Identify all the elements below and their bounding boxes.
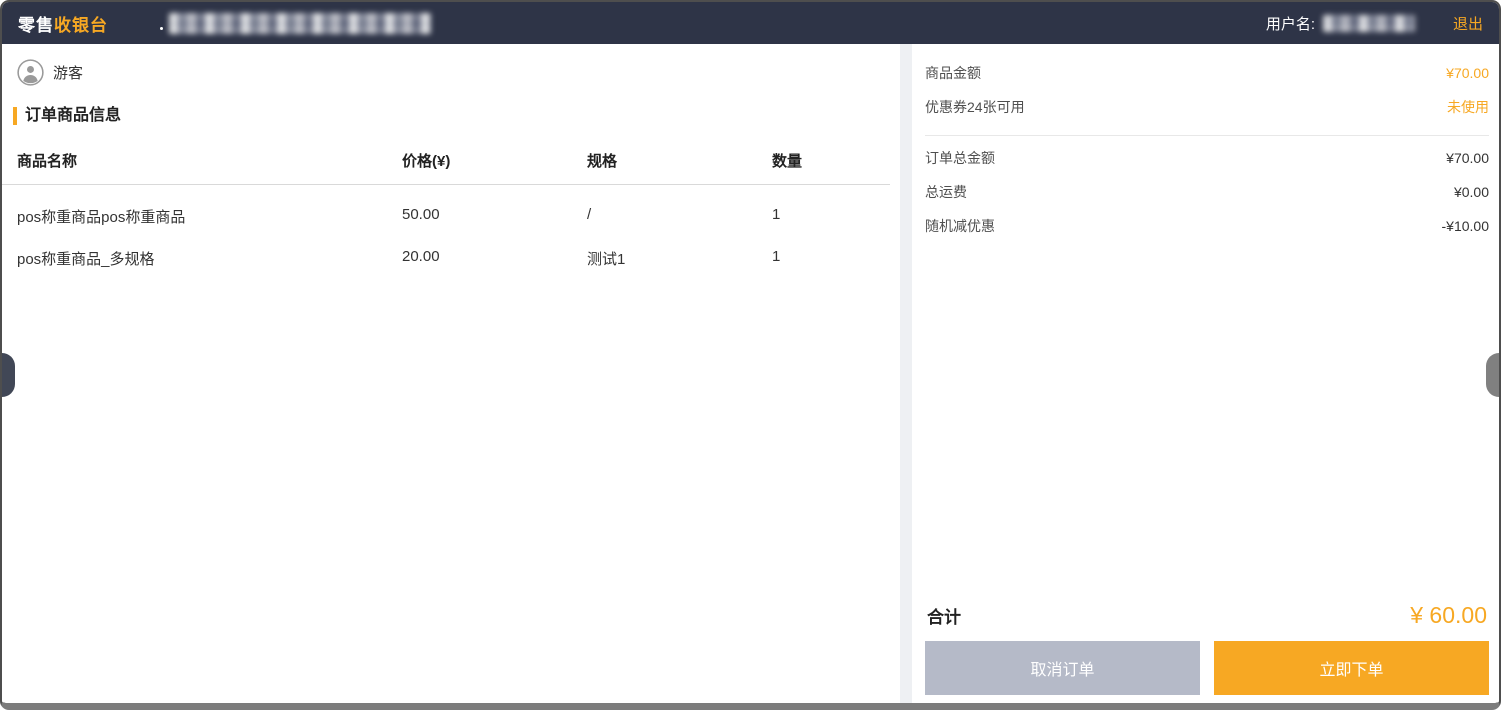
spacer: [925, 243, 1489, 602]
summary-value: ¥70.00: [1446, 150, 1489, 166]
order-items-panel: 游客 订单商品信息 商品名称 价格(¥) 规格 数量 pos称重商品pos称重商…: [2, 44, 900, 703]
header-left: 零售收银台: [18, 11, 431, 36]
summary-value[interactable]: 未使用: [1447, 97, 1489, 117]
redacted-username: [1323, 15, 1415, 32]
left-drawer-handle[interactable]: [2, 353, 15, 397]
cell-product-name: pos称重商品_多规格: [17, 248, 402, 269]
table-row: pos称重商品pos称重商品50.00/1: [2, 185, 890, 227]
summary-row: 订单总金额 ¥70.00: [925, 141, 1489, 175]
col-header-spec: 规格: [587, 150, 772, 171]
summary-label: 商品金额: [925, 63, 981, 83]
summary-label: 随机减优惠: [925, 216, 995, 236]
guest-avatar-icon: [17, 59, 44, 86]
panel-divider: [900, 44, 912, 703]
summary-top: 商品金额 ¥70.00 优惠券24张可用 未使用: [925, 56, 1489, 124]
cell-qty: 1: [772, 248, 900, 269]
product-table-body: pos称重商品pos称重商品50.00/1pos称重商品_多规格20.00测试1…: [2, 185, 890, 269]
redacted-dot: [160, 27, 163, 30]
cell-qty: 1: [772, 206, 900, 227]
cell-price: 20.00: [402, 248, 587, 269]
summary-row[interactable]: 优惠券24张可用 未使用: [925, 90, 1489, 124]
logout-button[interactable]: 退出: [1453, 13, 1483, 34]
action-buttons: 取消订单 立即下单: [925, 641, 1489, 695]
cell-price: 50.00: [402, 206, 587, 227]
col-header-qty: 数量: [772, 150, 900, 171]
summary-divider: [925, 135, 1489, 136]
total-row: 合计 ¥ 60.00: [925, 602, 1489, 641]
summary-value: ¥0.00: [1454, 184, 1489, 200]
order-section-title: 订单商品信息: [13, 107, 900, 125]
summary-label: 优惠券24张可用: [925, 97, 1025, 117]
app-title: 零售收银台: [18, 11, 108, 36]
summary-value: ¥70.00: [1446, 65, 1489, 81]
cell-spec: /: [587, 206, 772, 227]
summary-row: 总运费 ¥0.00: [925, 175, 1489, 209]
summary-row: 商品金额 ¥70.00: [925, 56, 1489, 90]
summary-row: 随机减优惠 -¥10.00: [925, 209, 1489, 243]
summary-label: 总运费: [925, 182, 967, 202]
redacted-store-info: [169, 13, 431, 34]
total-value: ¥ 60.00: [1410, 602, 1487, 629]
cancel-order-button[interactable]: 取消订单: [925, 641, 1200, 695]
summary-value: -¥10.00: [1442, 218, 1489, 234]
total-label: 合计: [927, 603, 961, 628]
product-table-header: 商品名称 价格(¥) 规格 数量: [2, 135, 890, 185]
col-header-name: 商品名称: [17, 150, 402, 171]
customer-row: 游客: [17, 59, 900, 86]
content-area: 游客 订单商品信息 商品名称 价格(¥) 规格 数量 pos称重商品pos称重商…: [2, 44, 1499, 703]
col-header-price: 价格(¥): [402, 150, 587, 171]
right-drawer-handle[interactable]: [1486, 353, 1499, 397]
header-right: 用户名: 退出: [1266, 13, 1483, 34]
product-table: 商品名称 价格(¥) 规格 数量 pos称重商品pos称重商品50.00/1po…: [2, 135, 890, 269]
submit-order-button[interactable]: 立即下单: [1214, 641, 1489, 695]
pos-window: 零售收银台 用户名: 退出 游客 订单商品信息: [0, 0, 1501, 710]
summary-mid: 订单总金额 ¥70.00 总运费 ¥0.00 随机减优惠 -¥10.00: [925, 141, 1489, 243]
cell-product-name: pos称重商品pos称重商品: [17, 206, 402, 227]
app-title-prefix: 零售: [18, 16, 54, 35]
app-title-suffix: 收银台: [54, 16, 108, 35]
summary-label: 订单总金额: [925, 148, 995, 168]
table-row: pos称重商品_多规格20.00测试11: [2, 227, 890, 269]
app-header: 零售收银台 用户名: 退出: [2, 2, 1499, 44]
username-label: 用户名:: [1266, 13, 1315, 34]
order-summary-panel: 商品金额 ¥70.00 优惠券24张可用 未使用 订单总金额 ¥70.00 总运费 ¥0.0…: [912, 44, 1499, 703]
customer-name: 游客: [53, 62, 83, 83]
cell-spec: 测试1: [587, 248, 772, 269]
